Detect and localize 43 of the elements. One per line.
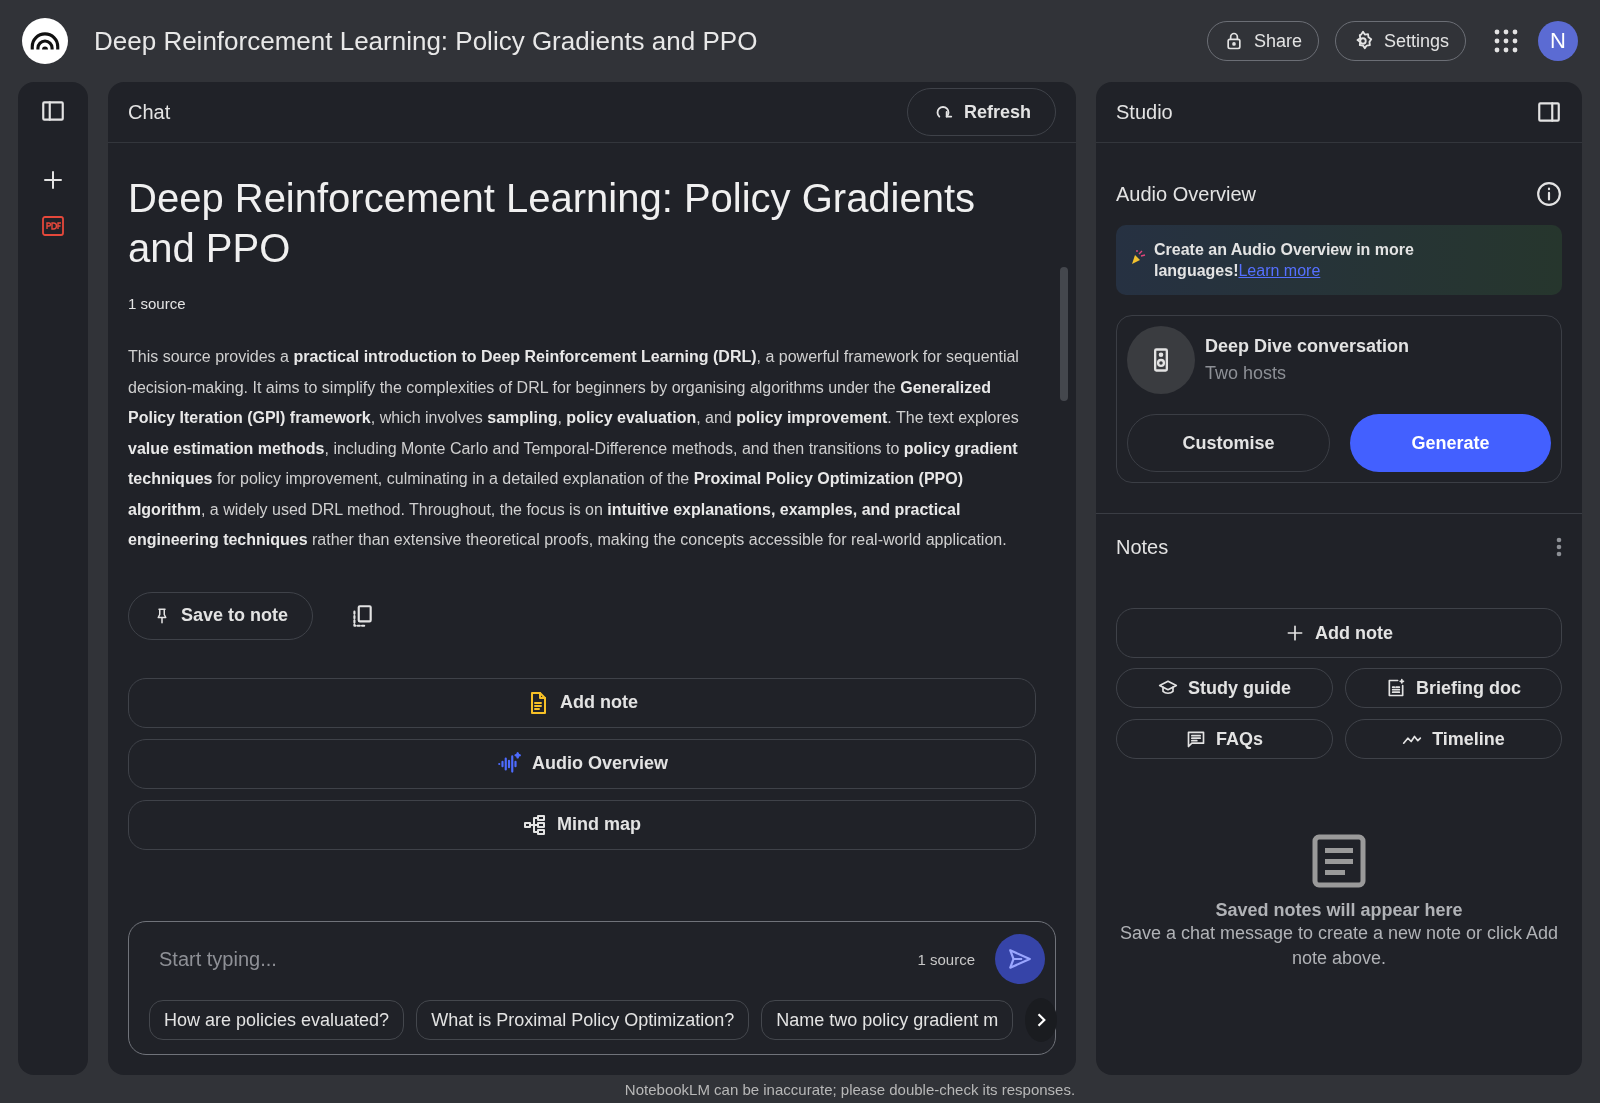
action-button[interactable]: Add note [128,677,1036,728]
note-icon [1312,833,1366,888]
chat-list-icon [1186,729,1206,749]
party-popper-icon [1130,249,1146,265]
next-button[interactable] [1025,998,1058,1042]
suggestion-chip[interactable]: How are policies evaluated? [149,1000,405,1040]
empty-state-text: Save a chat message to create a new note or click Add note above. [1118,921,1560,970]
add-note-button[interactable]: Add note [1116,608,1562,658]
source-count: 1 source [128,295,187,312]
action-button[interactable]: Audio Overview [128,738,1036,789]
suggestion-chip[interactable]: What is Proximal Policy Optimization? [416,1000,750,1040]
send-icon [1007,946,1033,972]
notebook-title: Deep Reinforcement Learning: Policy Gradients and PPO [94,25,759,57]
card-title: Deep Dive conversation [1205,336,1410,357]
disclaimer-text: NotebookLM can be inaccurate; please double-check its responses. [624,1080,1076,1098]
chat-input-field[interactable]: Start typing... 1 source How are policies evaluated? What is Proximal Policy Optimization? Name two policy gradient m [128,921,1056,1055]
add-icon [41,168,65,192]
panel-toggle-icon [1536,99,1562,125]
section-title: Notes [1116,535,1169,559]
pdf-file-icon[interactable] [41,214,65,238]
source-summary: This source provides a practical introduction to Deep Reinforcement Learning (DRL), a powerful framework for sequential decision-making. It aims to simplify the complexities of DRL for beginners by organising algorithms under the Generalized Policy Iteration (GPI) framework, which involves sampling, policy evaluation, and policy improvement. The text explores value estimation methods, including Monte Carlo and Temporal-Difference methods, and then transitions to policy gradient techniques for policy improvement, culminating in a detailed explanation of the Proximal Policy Optimization (PPO) algorithm, a widely used DRL method. Throughout, the focus is on intuitive explanations, examples, and practical engineering techniques rather than extensive theoretical proofs, making the concepts accessible for real-world application. [128,347,1020,550]
source-count: 1 source [917,950,975,968]
info-icon [1536,181,1562,207]
banner-text: Create an Audio Overview in more languages!Learn more [1154,240,1415,281]
section-title: Audio Overview [1116,182,1257,206]
panel-title: Chat [128,100,172,124]
card-subtitle: Two hosts [1205,363,1288,384]
action-button[interactable]: Mind map [128,799,1036,850]
empty-state-title: Saved notes will appear here [1215,899,1463,921]
scrollbar-thumb[interactable] [1060,267,1068,401]
apps-grid-icon[interactable] [1494,29,1518,53]
mind-map-icon [523,812,547,837]
more-options-icon[interactable] [1556,537,1562,557]
user-avatar[interactable]: N [1538,21,1578,61]
sidebar-toggle-icon [40,98,66,124]
document-sparkle-icon [1386,678,1406,698]
notebook-heading: Deep Reinforcement Learning: Policy Gradients and PPO [128,175,977,272]
suggestion-chip[interactable]: Name two policy gradient m [761,1000,1014,1040]
app-logo[interactable] [22,18,68,64]
add-icon [1285,623,1305,643]
send-button[interactable] [995,934,1045,984]
panel-title: Studio [1116,100,1174,124]
generate-button[interactable]: Generate [1350,414,1551,472]
